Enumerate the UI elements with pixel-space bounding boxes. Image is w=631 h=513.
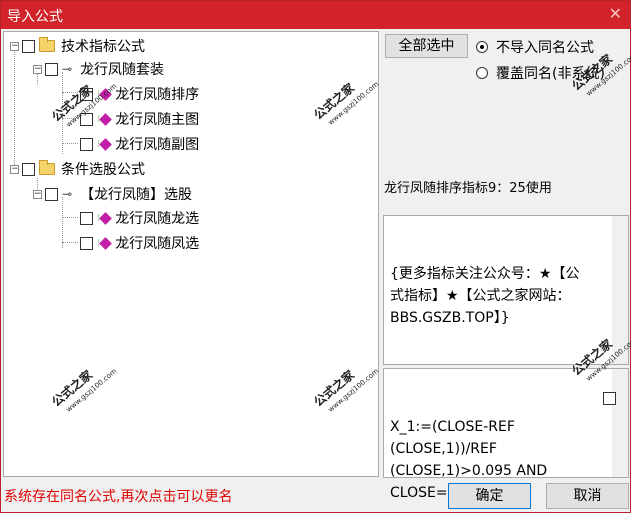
formula-box[interactable]: X_1:=(CLOSE-REF (CLOSE,1))/REF (CLOSE,1)… (383, 368, 629, 501)
tree-checkbox[interactable] (45, 187, 58, 201)
tree-leaf-phoenix[interactable]: ⁝ 龙行凤随凤选 (80, 232, 199, 254)
close-icon[interactable]: ✕ (609, 4, 622, 23)
radio-button-selected[interactable] (476, 41, 488, 53)
status-message: 系统存在同名公式,再次点击可以更名 (4, 489, 233, 505)
radio-label: 不导入同名公式 (496, 40, 594, 56)
scrollbar[interactable] (612, 369, 628, 477)
tree-connector (62, 242, 78, 243)
tree-node-label: 【龙行凤随】选股 (80, 187, 193, 203)
import-formula-dialog: 导入公式 ✕ − 技术指标公式 − ⊸ 龙行凤随套装 ⁝ 龙行凤随排序 (0, 0, 631, 513)
formula-diamond-icon: ⁝ (97, 137, 113, 151)
folder-icon (39, 160, 55, 175)
collapse-icon[interactable]: − (10, 41, 19, 51)
tree-checkbox[interactable] (80, 137, 93, 151)
formula-checkbox[interactable] (603, 392, 616, 405)
tree-node-label: 龙行凤随排序 (115, 87, 200, 103)
tree-node-select-suite[interactable]: − ⊸ 【龙行凤随】选股 (33, 183, 192, 205)
watermark: 公式之家 www.gszj100.com (311, 367, 381, 414)
radio-skip-duplicates[interactable]: 不导入同名公式 (476, 37, 594, 57)
title-bar[interactable]: 导入公式 ✕ (1, 1, 630, 29)
formula-info-text: 龙行凤随排序指标9：25使用 (384, 181, 552, 196)
formula-diamond-icon: ⁝ (97, 112, 113, 126)
cancel-button[interactable]: 取消 (546, 483, 629, 509)
tree-checkbox[interactable] (22, 162, 35, 176)
tree-checkbox[interactable] (80, 236, 93, 250)
tree-connector (62, 217, 78, 218)
tree-connector (62, 143, 78, 144)
tree-node-label: 龙行凤随主图 (115, 112, 200, 128)
tree-connector (14, 49, 15, 169)
tree-node-label: 龙行凤随副图 (115, 137, 200, 153)
key-icon: ⊸ (62, 62, 73, 76)
tree-leaf-sub[interactable]: ⁝ 龙行凤随副图 (80, 133, 199, 155)
tree-node-tech-indicators[interactable]: − 技术指标公式 (10, 35, 145, 57)
tree-node-label: 龙行凤随凤选 (115, 236, 200, 252)
formula-diamond-icon: ⁝ (97, 236, 113, 250)
formula-diamond-icon: ⁝ (97, 211, 113, 225)
window-title: 导入公式 (7, 9, 63, 25)
tree-leaf-dragon[interactable]: ⁝ 龙行凤随龙选 (80, 207, 199, 229)
tree-checkbox[interactable] (80, 211, 93, 225)
radio-button[interactable] (476, 67, 488, 79)
tree-checkbox[interactable] (45, 62, 58, 76)
watermark: 公式之家 www.gszj100.com (49, 367, 119, 414)
description-box[interactable]: {更多指标关注公众号：★【公 式指标】★【公式之家网站： BBS.GSZB.TO… (383, 215, 629, 365)
tree-node-label: 技术指标公式 (61, 39, 145, 55)
watermark: 公式之家 www.gszj100.com (311, 80, 381, 127)
description-text: {更多指标关注公众号：★【公 式指标】★【公式之家网站： BBS.GSZB.TO… (390, 266, 580, 326)
formula-tree[interactable]: − 技术指标公式 − ⊸ 龙行凤随套装 ⁝ 龙行凤随排序 ⁝ 龙行凤随主图 ⁝ … (3, 31, 381, 477)
collapse-icon[interactable]: − (10, 164, 19, 174)
select-all-button[interactable]: 全部选中 (385, 34, 468, 58)
tree-node-stock-select[interactable]: − 条件选股公式 (10, 158, 145, 180)
tree-checkbox[interactable] (22, 39, 35, 53)
tree-leaf-main[interactable]: ⁝ 龙行凤随主图 (80, 108, 199, 130)
collapse-icon[interactable]: − (33, 189, 42, 199)
tree-node-label: 龙行凤随龙选 (115, 211, 200, 227)
key-icon: ⊸ (62, 187, 73, 201)
folder-icon (39, 37, 55, 52)
ok-button[interactable]: 确定 (448, 483, 531, 509)
collapse-icon[interactable]: − (33, 64, 42, 74)
tree-node-label: 条件选股公式 (61, 162, 145, 178)
